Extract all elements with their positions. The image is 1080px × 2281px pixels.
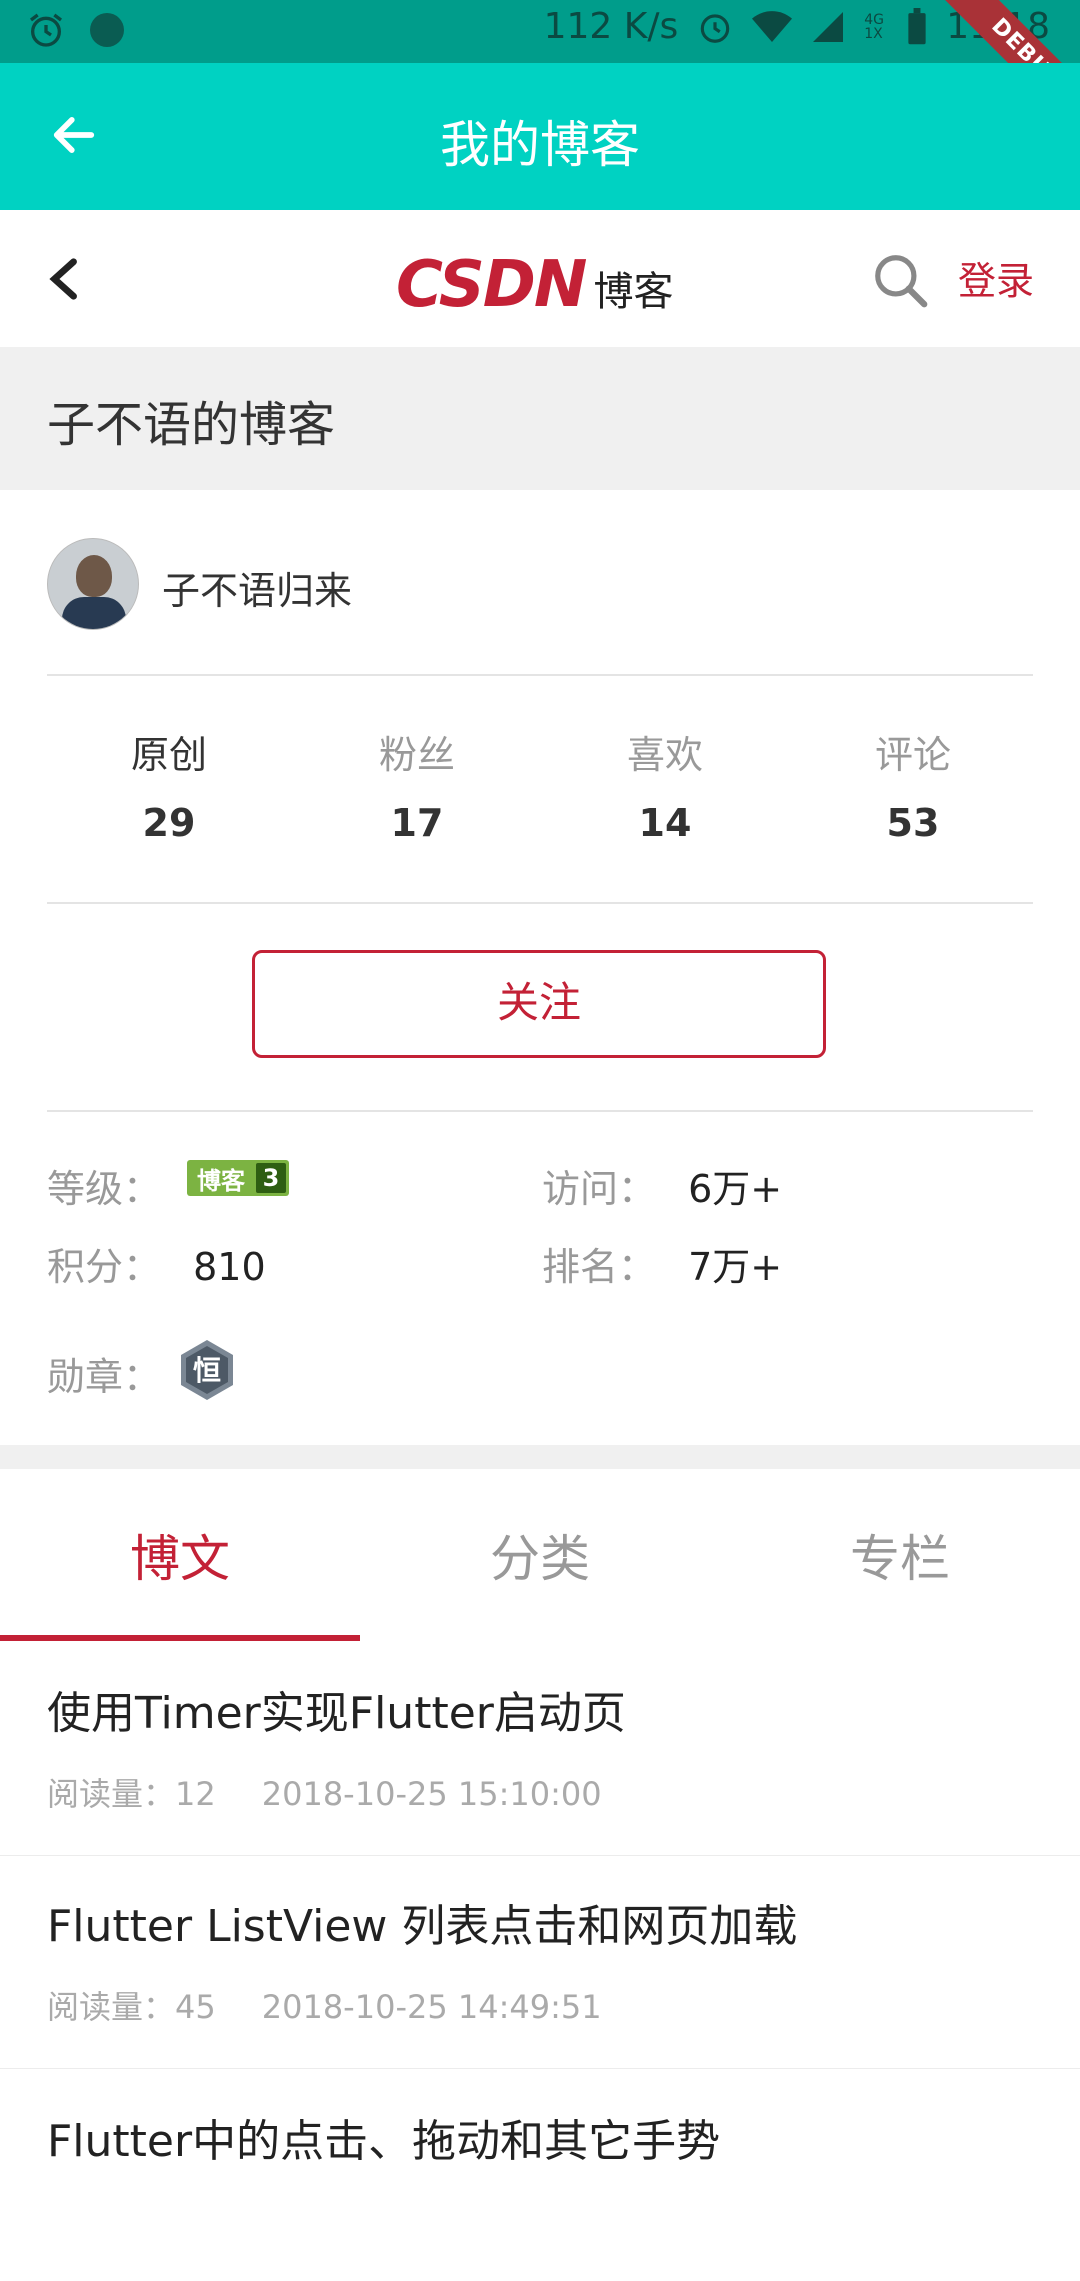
medal-icon[interactable]: 恒 [177, 1338, 237, 1402]
article-date: 2018-10-25 14:49:51 [261, 1988, 602, 2026]
visits-label: 访问： [542, 1167, 657, 1211]
tab-bar: 博文 分类 专栏 [0, 1469, 1080, 1645]
rank-row: 排名： 7万+ [542, 1236, 782, 1291]
level-badge-number: 3 [256, 1163, 286, 1193]
visits-row: 访问： 6万+ [542, 1158, 782, 1213]
article-item[interactable]: Flutter中的点击、拖动和其它手势 [0, 2069, 1080, 2281]
follow-button[interactable]: 关注 [252, 950, 826, 1058]
avatar-head-shape [76, 555, 112, 597]
login-link[interactable]: 登录 [958, 250, 1034, 305]
article-date: 2018-10-25 15:10:00 [261, 1775, 602, 1813]
section-divider [0, 1445, 1080, 1469]
signal-icon [813, 11, 844, 42]
blog-title: 子不语的博客 [47, 397, 336, 453]
stat-value: 17 [390, 801, 444, 845]
stat-label: 喜欢 [626, 733, 703, 777]
blog-info: 等级： 博客 3 访问： 6万+ 积分： 810 排名： 7万+ 勋章： 恒 [47, 1110, 1033, 1445]
blog-title-bar: 子不语的博客 [0, 347, 1080, 490]
level-badge-text: 博客 [197, 1166, 245, 1195]
alarm-icon [30, 13, 63, 47]
csdn-header: CSDN 博客 登录 [0, 210, 1080, 348]
visits-value: 6万+ [688, 1167, 783, 1211]
wifi-icon [752, 10, 793, 42]
article-item[interactable]: Flutter ListView 列表点击和网页加载 阅读量：45 2018-10… [0, 1856, 1080, 2070]
rank-value: 7万+ [688, 1245, 783, 1289]
tab-columns[interactable]: 专栏 [720, 1519, 1080, 1591]
tab-categories[interactable]: 分类 [360, 1519, 720, 1591]
avatar-body-shape [62, 597, 126, 629]
stat-value: 53 [886, 801, 940, 845]
battery-icon [908, 7, 926, 44]
tab-posts[interactable]: 博文 [0, 1519, 360, 1591]
alarm-icon [701, 13, 730, 43]
stats-row: 原创 29 粉丝 17 喜欢 14 评论 53 [47, 674, 1033, 904]
csdn-logo: CSDN 博客 [396, 248, 673, 322]
tab-indicator [0, 1635, 360, 1641]
stat-label: 评论 [874, 733, 951, 777]
article-title: 使用Timer实现Flutter启动页 [47, 1688, 626, 1739]
stat-original[interactable]: 原创 29 [69, 724, 269, 845]
points-value: 810 [193, 1245, 266, 1289]
logo-suffix: 博客 [593, 269, 674, 315]
article-title: Flutter中的点击、拖动和其它手势 [47, 2116, 721, 2167]
article-meta: 阅读量：45 2018-10-25 14:49:51 [47, 1982, 602, 2028]
medal-label: 勋章： [47, 1355, 162, 1399]
avatar[interactable] [47, 538, 139, 630]
points-row: 积分： 810 [47, 1236, 266, 1291]
points-label: 积分： [47, 1245, 162, 1289]
level-row: 等级： [47, 1158, 161, 1213]
medal-row: 勋章： [47, 1346, 161, 1401]
article-meta: 阅读量：12 2018-10-25 15:10:00 [47, 1769, 602, 1815]
network-speed: 112 K/s [543, 6, 679, 47]
rank-label: 排名： [542, 1245, 657, 1289]
search-icon[interactable] [870, 250, 932, 312]
chevron-left-icon[interactable] [44, 256, 84, 302]
stat-label: 原创 [130, 733, 207, 777]
stat-value: 14 [638, 801, 692, 845]
stat-fans[interactable]: 粉丝 17 [317, 724, 517, 845]
stat-value: 29 [142, 801, 196, 845]
network-type: 4G 1X [864, 11, 885, 42]
logo-text: CSDN [396, 248, 587, 322]
article-item[interactable]: 使用Timer实现Flutter启动页 阅读量：12 2018-10-25 15:… [0, 1643, 1080, 1857]
medal-text: 恒 [193, 1354, 221, 1387]
article-reads: 阅读量：45 [47, 1988, 216, 2026]
level-badge: 博客 3 [187, 1160, 289, 1196]
profile-row[interactable]: 子不语归来 [47, 538, 1033, 676]
username: 子不语归来 [162, 569, 353, 613]
article-title: Flutter ListView 列表点击和网页加载 [47, 1901, 798, 1952]
stat-label: 粉丝 [378, 733, 455, 777]
page-title: 我的博客 [440, 116, 640, 174]
stat-likes[interactable]: 喜欢 14 [565, 724, 765, 845]
follow-section: 关注 [47, 902, 1033, 1112]
level-label: 等级： [47, 1167, 162, 1211]
status-bar: 112 K/s 4G 1X 11:18 DEBUG [0, 0, 1080, 143]
article-reads: 阅读量：12 [47, 1775, 216, 1813]
stat-comments[interactable]: 评论 53 [813, 724, 1013, 845]
notification-dot-icon [90, 13, 124, 47]
app-bar: 我的博客 [0, 63, 1080, 210]
